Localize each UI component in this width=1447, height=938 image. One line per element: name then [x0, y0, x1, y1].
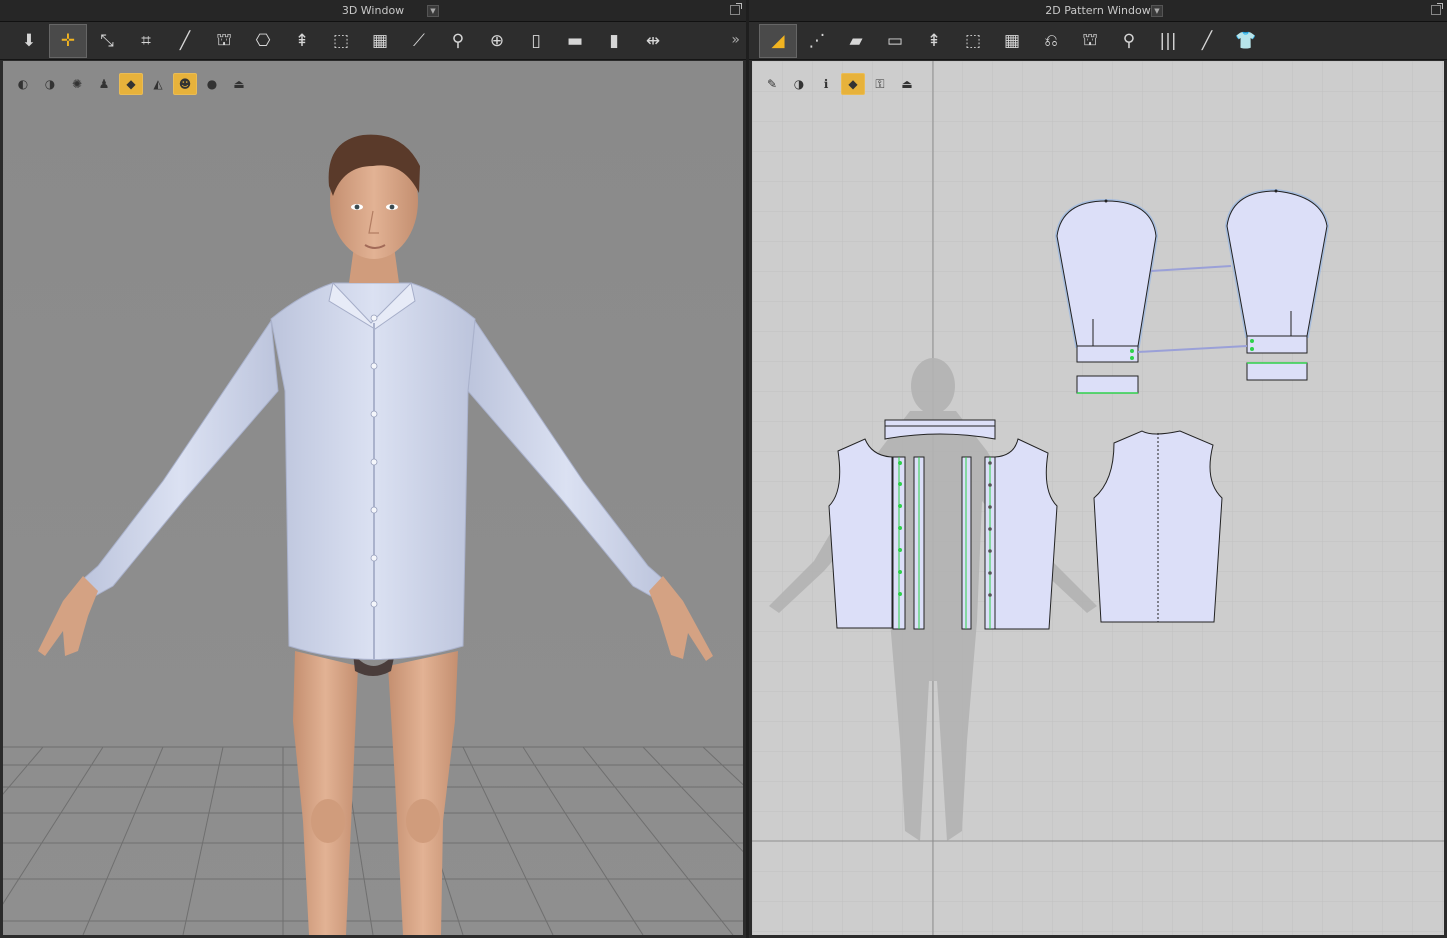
3d-window-title: 3D Window — [341, 4, 405, 17]
2d-display-toolbar: ✎ ◑ ℹ ◆ ⚿ ⏏ — [760, 73, 919, 95]
zipper-icon[interactable]: ⚲ — [439, 24, 477, 58]
garment-icon[interactable]: 👕 — [1227, 24, 1265, 58]
segment-line-icon[interactable]: ╱ — [1188, 24, 1226, 58]
back-panel — [1093, 430, 1223, 623]
pattern-canvas — [752, 61, 1444, 935]
tack-icon[interactable]: ⬚ — [322, 24, 360, 58]
3d-toolbar: ⬇ ✛ ⤡ ⌗ ╱ ⛫ ⎔ ⇞ ⬚ ▦ ⟋ ⚲ ⊕ ▯ ▬ ▮ ⇹ » — [0, 22, 746, 60]
3d-window-panel: 3D Window ▼ ⬇ ✛ ⤡ ⌗ ╱ ⛫ ⎔ ⇞ ⬚ ▦ ⟋ ⚲ ⊕ ▯ ▬ ▮ ⇹ » — [0, 0, 746, 938]
3d-window-menu-dropdown[interactable]: ▼ — [427, 5, 439, 17]
arrangement-display-icon[interactable]: ⏏ — [227, 73, 251, 95]
fill-display-icon[interactable]: ◆ — [841, 73, 865, 95]
buttonhole-icon[interactable]: ▯ — [517, 24, 555, 58]
texture-display-icon[interactable]: ✺ — [65, 73, 89, 95]
3d-scene — [3, 61, 743, 935]
surface-display-icon[interactable]: ◆ — [119, 73, 143, 95]
lock-display-icon[interactable]: ⚿ — [868, 73, 892, 95]
arrange-icon[interactable]: ⛫ — [205, 24, 243, 58]
internal-line-icon[interactable]: ⇞ — [915, 24, 953, 58]
2d-pattern-window-panel: 2D Pattern Window ▼ ◢ ⋰ ▰ ▭ ⇞ ⬚ ▦ ⎌ ⛫ ⚲ ||| ╱ 👕 — [749, 0, 1447, 938]
shirt-transform-icon[interactable]: ⛫ — [1071, 24, 1109, 58]
edit-point-icon[interactable]: ⋰ — [798, 24, 836, 58]
app-window: 3D Window ▼ ⬇ ✛ ⤡ ⌗ ╱ ⛫ ⎔ ⇞ ⬚ ▦ ⟋ ⚲ ⊕ ▯ ▬ ▮ ⇹» — [0, 0, 1447, 938]
transform-pattern-icon[interactable]: ◢ — [759, 23, 797, 58]
info-icon[interactable]: ℹ — [814, 73, 838, 95]
pattern-line-icon[interactable]: ✎ — [760, 73, 784, 95]
2d-window-popout-icon[interactable] — [1431, 3, 1443, 15]
pin-icon[interactable]: ⇞ — [283, 24, 321, 58]
trace-icon[interactable]: ⚲ — [1110, 24, 1148, 58]
toolbar-expand-icon[interactable]: » — [731, 32, 740, 48]
select-move-icon[interactable]: ✛ — [49, 23, 87, 58]
2d-window-titlebar: 2D Pattern Window ▼ — [749, 0, 1447, 22]
garment-display-icon[interactable]: ◑ — [38, 73, 62, 95]
shading-display-icon[interactable]: ● — [200, 73, 224, 95]
fold-icon[interactable]: ⎌ — [1032, 24, 1070, 58]
skin-display-icon[interactable]: ☻ — [173, 73, 197, 95]
2d-toolbar: ◢ ⋰ ▰ ▭ ⇞ ⬚ ▦ ⎌ ⛫ ⚲ ||| ╱ 👕 — [749, 22, 1447, 60]
pattern-display-icon[interactable]: ◑ — [787, 73, 811, 95]
texture-icon[interactable]: ▦ — [993, 24, 1031, 58]
dart-icon[interactable]: ⬚ — [954, 24, 992, 58]
3d-window-titlebar: 3D Window ▼ — [0, 0, 746, 22]
3d-viewport[interactable]: ◐ ◑ ✺ ♟ ◆ ◭ ☻ ● ⏏ — [3, 61, 743, 935]
avatar-silhouette-icon[interactable]: ⏏ — [895, 73, 919, 95]
avatar-display-icon[interactable]: ◐ — [11, 73, 35, 95]
simulation-icon[interactable]: ⬇ — [10, 24, 48, 58]
topstitch-icon[interactable]: ▬ — [556, 24, 594, 58]
button-icon[interactable]: ⊕ — [478, 24, 516, 58]
2d-pattern-viewport[interactable]: ✎ ◑ ℹ ◆ ⚿ ⏏ — [752, 61, 1444, 935]
select-mesh-icon[interactable]: ⤡ — [88, 24, 126, 58]
thickness-display-icon[interactable]: ◭ — [146, 73, 170, 95]
2d-window-title: 2D Pattern Window — [1045, 4, 1151, 17]
rectangle-icon[interactable]: ▭ — [876, 24, 914, 58]
strengthen-icon[interactable]: ▦ — [361, 24, 399, 58]
fold-arrangement-icon[interactable]: ⌗ — [127, 24, 165, 58]
polygon-icon[interactable]: ▰ — [837, 24, 875, 58]
3d-window-popout-icon[interactable] — [730, 3, 742, 15]
pleat-icon[interactable]: ||| — [1149, 24, 1187, 58]
measure-icon[interactable]: ⟋ — [400, 24, 438, 58]
puckering-icon[interactable]: ⎔ — [244, 24, 282, 58]
3d-display-toolbar: ◐ ◑ ✺ ♟ ◆ ◭ ☻ ● ⏏ — [11, 73, 251, 95]
segment-sewing-icon[interactable]: ╱ — [166, 24, 204, 58]
2d-window-menu-dropdown[interactable]: ▼ — [1151, 5, 1163, 17]
avatar-pose-icon[interactable]: ♟ — [92, 73, 116, 95]
avatar-shirt — [270, 281, 476, 660]
transform-icon[interactable]: ⇹ — [634, 24, 672, 58]
graphic-icon[interactable]: ▮ — [595, 24, 633, 58]
